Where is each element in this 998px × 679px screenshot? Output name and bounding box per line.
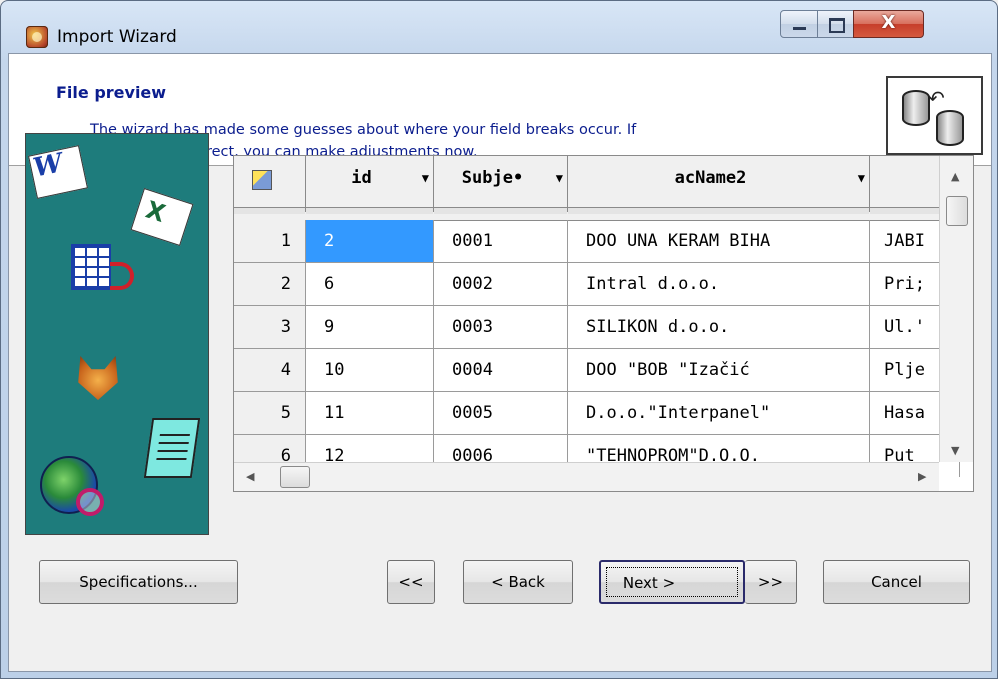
table-icon [71,244,111,290]
row-number: 1 [234,220,306,262]
row-number: 5 [234,392,306,434]
fox-icon [78,356,118,400]
grid-corner[interactable] [234,156,306,214]
window-title: Import Wizard [57,27,177,47]
table-cell[interactable]: 0001 [434,220,568,262]
row-number: 3 [234,306,306,348]
convert-arrow-icon: ↶ [928,86,945,110]
table-cell[interactable]: 0005 [434,392,568,434]
back-button[interactable]: < Back [463,560,573,604]
scroll-down-arrow-icon[interactable]: ▼ [951,444,959,457]
column-header-label: Subje• [461,168,524,188]
column-header-id[interactable]: id ▼ [306,156,434,214]
scroll-up-arrow-icon[interactable]: ▲ [951,170,959,183]
table-cell[interactable]: SILIKON d.o.o. [568,306,870,348]
database-icon [902,90,930,126]
refresh-arrow-icon [110,262,134,290]
dropdown-arrow-icon[interactable]: ▼ [422,156,429,200]
table-row[interactable]: 1 2 0001 DOO UNA KERAM BIHA JABI [234,220,960,263]
first-page-button[interactable]: << [387,560,435,604]
table-cell[interactable]: 6 [306,263,434,305]
vertical-scrollbar[interactable]: ▲ ▼ [939,156,973,462]
horizontal-scrollbar[interactable]: ◀ ▶ [234,462,939,491]
column-header-subject[interactable]: Subje• ▼ [434,156,568,214]
table-cell[interactable]: 10 [306,349,434,391]
vertical-scroll-thumb[interactable] [946,196,968,226]
preview-grid[interactable]: id ▼ Subje• ▼ acName2 ▼ a 1 2 0001 DOO U… [233,155,974,492]
table-cell[interactable]: DOO UNA KERAM BIHA [568,220,870,262]
minimize-button[interactable] [780,10,818,38]
dropdown-arrow-icon[interactable]: ▼ [556,156,563,200]
minimize-icon [793,27,806,30]
table-cell[interactable]: 9 [306,306,434,348]
table-cell[interactable]: DOO "BOB "Izačić [568,349,870,391]
magnifier-icon [76,488,104,516]
word-icon: W [27,145,89,199]
table-cell[interactable]: 0002 [434,263,568,305]
cancel-button[interactable]: Cancel [823,560,970,604]
table-cell[interactable]: 0003 [434,306,568,348]
close-icon: X [881,12,896,33]
title-bar[interactable]: Import Wizard X [0,0,998,48]
maximize-button[interactable] [817,10,854,38]
scroll-right-arrow-icon[interactable]: ▶ [918,470,926,483]
next-button-label: Next > [622,574,676,592]
table-row[interactable]: 2 6 0002 Intral d.o.o. Pri; [234,263,960,306]
scroll-left-arrow-icon[interactable]: ◀ [246,470,254,483]
wizard-side-image: W X [25,133,209,535]
grid-header: id ▼ Subje• ▼ acName2 ▼ a [234,156,960,221]
horizontal-scroll-thumb[interactable] [280,466,310,488]
edit-grid-icon [252,170,272,190]
column-header-label: id [351,168,372,188]
page-title: File preview [56,83,167,102]
column-header-label: acName2 [674,168,747,188]
last-page-button[interactable]: >> [745,560,797,604]
database-convert-icon: ↶ [886,76,983,155]
app-icon[interactable] [26,26,48,48]
dropdown-arrow-icon[interactable]: ▼ [858,156,865,200]
table-cell[interactable]: D.o.o."Interpanel" [568,392,870,434]
maximize-icon [829,18,845,33]
excel-icon: X [130,188,194,246]
next-button[interactable]: Next > [599,560,745,604]
table-row[interactable]: 4 10 0004 DOO "BOB "Izačić Plje [234,349,960,392]
table-cell[interactable]: Intral d.o.o. [568,263,870,305]
notepad-icon [143,418,201,478]
database-icon [936,110,964,146]
table-cell[interactable]: 11 [306,392,434,434]
table-cell[interactable]: 2 [306,220,434,262]
table-row[interactable]: 5 11 0005 D.o.o."Interpanel" Hasa [234,392,960,435]
specifications-button[interactable]: Specifications... [39,560,238,604]
row-number: 4 [234,349,306,391]
table-row[interactable]: 3 9 0003 SILIKON d.o.o. Ul.' [234,306,960,349]
column-header-acname2[interactable]: acName2 ▼ [568,156,870,214]
close-button[interactable]: X [853,10,924,38]
table-cell[interactable]: 0004 [434,349,568,391]
row-number: 2 [234,263,306,305]
